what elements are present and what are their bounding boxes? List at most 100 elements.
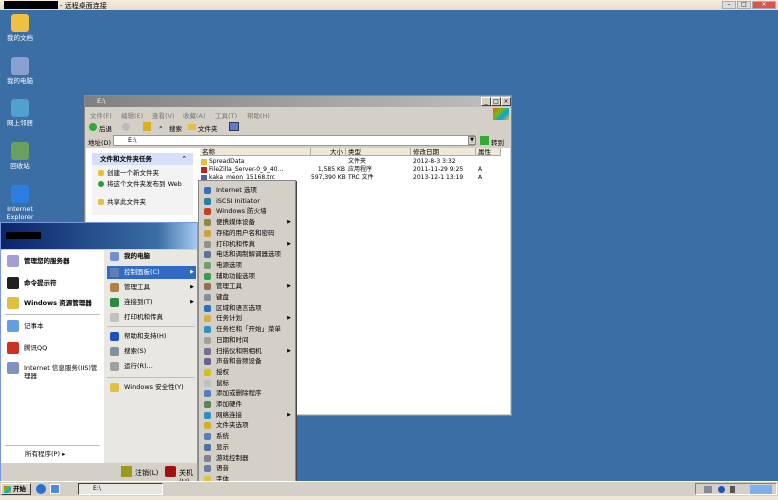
column-type[interactable]: 类型	[346, 148, 411, 156]
column-date[interactable]: 修改日期	[411, 148, 476, 156]
control-panel-item[interactable]: 电源选项	[201, 260, 293, 271]
desktop-icon[interactable]: 我的文档	[0, 14, 40, 42]
control-panel-item[interactable]: 授权	[201, 367, 293, 378]
control-panel-item[interactable]: 电话和调制解调器选项	[201, 249, 293, 260]
all-programs-button[interactable]: 所有程序(P) ▸	[25, 450, 65, 458]
control-panel-item[interactable]: 声音和音频设备	[201, 356, 293, 367]
maximize-button[interactable]: □	[491, 97, 501, 106]
windows-security-item[interactable]: Windows 安全性(Y)	[107, 381, 196, 394]
start-button[interactable]: 开始	[1, 483, 31, 495]
control-panel-item[interactable]: 扫描仪和照相机 ▶	[201, 346, 293, 357]
control-panel-item[interactable]: 键盘	[201, 292, 293, 303]
network-tray-icon[interactable]	[704, 486, 712, 493]
close-button[interactable]: ×	[501, 97, 511, 106]
internet-explorer-icon	[11, 185, 29, 203]
control-panel-item[interactable]: 系统	[201, 431, 293, 442]
help-tray-icon[interactable]	[718, 486, 725, 493]
start-right-item[interactable]: 运行(R)...	[107, 360, 196, 373]
column-size[interactable]: 大小	[311, 148, 346, 156]
address-dropdown[interactable]: ▼	[468, 136, 476, 145]
control-panel-item[interactable]: 存储的用户名和密码	[201, 228, 293, 239]
speaker-tray-icon[interactable]	[730, 486, 735, 493]
minimize-button[interactable]: –	[722, 1, 736, 9]
connection-tray-icon[interactable]	[750, 485, 772, 494]
control-panel-item[interactable]: Windows 防火墙	[201, 206, 293, 217]
go-button[interactable]: 转到	[491, 137, 504, 147]
logoff-button[interactable]: 注销(L)	[135, 468, 158, 478]
folders-button[interactable]: 文件夹	[198, 123, 218, 133]
control-panel-item[interactable]: 游戏控制器	[201, 453, 293, 464]
menu-tools[interactable]: 工具(T)	[215, 110, 237, 120]
ie-quicklaunch-icon[interactable]	[36, 484, 46, 494]
file-row[interactable]: FileZilla_Server-0_9_40... 1,585 KB 应用程序…	[200, 166, 500, 174]
control-panel-item[interactable]: 区域和语言选项	[201, 303, 293, 314]
share-folder-icon	[98, 199, 104, 205]
control-panel-item[interactable]: 添加硬件	[201, 399, 293, 410]
menu-edit[interactable]: 编辑(E)	[121, 110, 143, 120]
file-row[interactable]: SpreadData 文件夹 2012-8-3 3:32	[200, 158, 500, 166]
minimize-button[interactable]: _	[481, 97, 491, 106]
control-panel-item[interactable]: 语音	[201, 463, 293, 474]
windows-flag-icon	[4, 486, 11, 493]
task-publish-web[interactable]: 将这个文件夹发布到 Web	[98, 181, 186, 188]
desktop-icon[interactable]: 我的电脑	[0, 57, 40, 85]
restore-button[interactable]: □	[737, 1, 751, 9]
forward-icon[interactable]	[122, 123, 130, 131]
start-right-item[interactable]: 控制面板(C) ▶	[107, 266, 196, 279]
start-right-item[interactable]: 帮助和支持(H)	[107, 330, 196, 343]
control-panel-item[interactable]: 便携媒体设备 ▶	[201, 217, 293, 228]
address-input[interactable]: E:\	[113, 135, 475, 146]
desktop-icon[interactable]: 网上邻居	[0, 99, 40, 127]
control-panel-item[interactable]: 辅助功能选项	[201, 271, 293, 282]
collapse-icon[interactable]: ⌃	[182, 153, 187, 165]
close-button[interactable]: ✕	[752, 1, 776, 9]
applet-icon	[204, 240, 211, 248]
control-panel-item[interactable]: 显示	[201, 442, 293, 453]
control-panel-item[interactable]: 添加或删除程序	[201, 388, 293, 399]
column-attr[interactable]: 属性	[476, 148, 501, 156]
desktop-icon[interactable]: Internet Explorer	[0, 185, 40, 221]
item-icon	[110, 252, 119, 261]
search-icon: ⌕	[159, 123, 163, 131]
desktop-icon[interactable]: 回收站	[0, 142, 40, 170]
go-icon	[480, 136, 489, 145]
control-panel-item[interactable]: iSCSI Initiator	[201, 196, 293, 207]
control-panel-item[interactable]: 网络连接 ▶	[201, 410, 293, 421]
start-menu-left: 管理您的服务器 命令提示符 Windows 资源管理器 记事本 腾讯QQ Internet…	[1, 250, 104, 463]
control-panel-item[interactable]: 日期和时间	[201, 335, 293, 346]
start-right-item[interactable]: 搜索(S)	[107, 345, 196, 358]
applet-icon	[204, 443, 211, 451]
control-panel-item[interactable]: 鼠标	[201, 378, 293, 389]
up-folder-icon[interactable]	[143, 122, 151, 131]
control-panel-item[interactable]: 文件夹选项	[201, 420, 293, 431]
back-button[interactable]: 后退	[99, 123, 112, 133]
tasks-title[interactable]: 文件和文件夹任务 ⌃	[92, 153, 193, 165]
search-button[interactable]: 搜索	[169, 123, 182, 133]
column-name[interactable]: 名称	[200, 148, 311, 156]
control-panel-item[interactable]: 打印机和传真 ▶	[201, 239, 293, 250]
task-new-folder[interactable]: 创建一个新文件夹	[98, 170, 159, 177]
menu-help[interactable]: 帮助(H)	[247, 110, 270, 120]
shutdown-icon	[165, 466, 176, 477]
item-icon	[110, 332, 119, 341]
start-right-item[interactable]: 打印机和传真	[107, 311, 196, 324]
start-right-item[interactable]: 我的电脑	[107, 250, 196, 263]
start-right-item[interactable]: 连接到(T) ▶	[107, 296, 196, 309]
views-icon[interactable]	[229, 122, 239, 131]
program-icon	[7, 297, 19, 309]
control-panel-item[interactable]: Internet 选项	[201, 185, 293, 196]
taskbar-item-explorer[interactable]: E:\	[78, 483, 163, 495]
menu-view[interactable]: 查看(V)	[152, 110, 175, 120]
taskbar: 开始 E:\	[0, 481, 778, 496]
show-desktop-icon[interactable]	[50, 484, 60, 494]
applet-icon	[204, 433, 211, 441]
start-right-item[interactable]: 管理工具 ▶	[107, 281, 196, 294]
menu-favorites[interactable]: 收藏(A)	[183, 110, 206, 120]
control-panel-item[interactable]: 任务计划 ▶	[201, 313, 293, 324]
control-panel-item[interactable]: 任务栏和「开始」菜单	[201, 324, 293, 335]
control-panel-submenu: Internet 选项 iSCSI Initiator Windows 防火墙 便携媒…	[198, 180, 296, 495]
menu-file[interactable]: 文件(F)	[90, 110, 112, 120]
program-icon	[7, 342, 19, 354]
control-panel-item[interactable]: 管理工具 ▶	[201, 281, 293, 292]
task-share-folder[interactable]: 共享此文件夹	[98, 199, 146, 206]
